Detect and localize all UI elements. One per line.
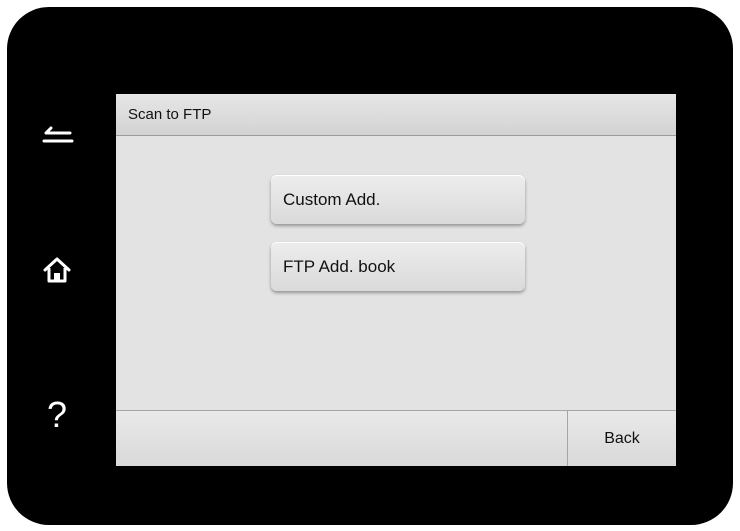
back-arrow-icon	[40, 121, 74, 143]
custom-add-label: Custom Add.	[283, 189, 381, 209]
home-icon	[42, 256, 72, 284]
lcd-screen: Scan to FTP Custom Add. FTP Add. book Ba…	[116, 94, 676, 466]
hardware-back-key[interactable]	[7, 102, 107, 162]
back-button[interactable]: Back	[567, 411, 676, 466]
printer-panel-bezel: ? Scan to FTP Custom Add. FTP Add. book …	[7, 7, 733, 525]
back-button-label: Back	[604, 429, 640, 447]
ftp-address-book-label: FTP Add. book	[283, 256, 396, 276]
title-bar: Scan to FTP	[116, 94, 676, 136]
ftp-address-book-button[interactable]: FTP Add. book	[271, 242, 525, 291]
page-title: Scan to FTP	[128, 106, 212, 123]
hardware-home-key[interactable]	[7, 240, 107, 300]
custom-add-button[interactable]: Custom Add.	[271, 175, 525, 224]
help-icon: ?	[46, 394, 68, 435]
bottom-bar: Back	[116, 410, 676, 466]
hardware-help-key[interactable]: ?	[7, 385, 107, 445]
